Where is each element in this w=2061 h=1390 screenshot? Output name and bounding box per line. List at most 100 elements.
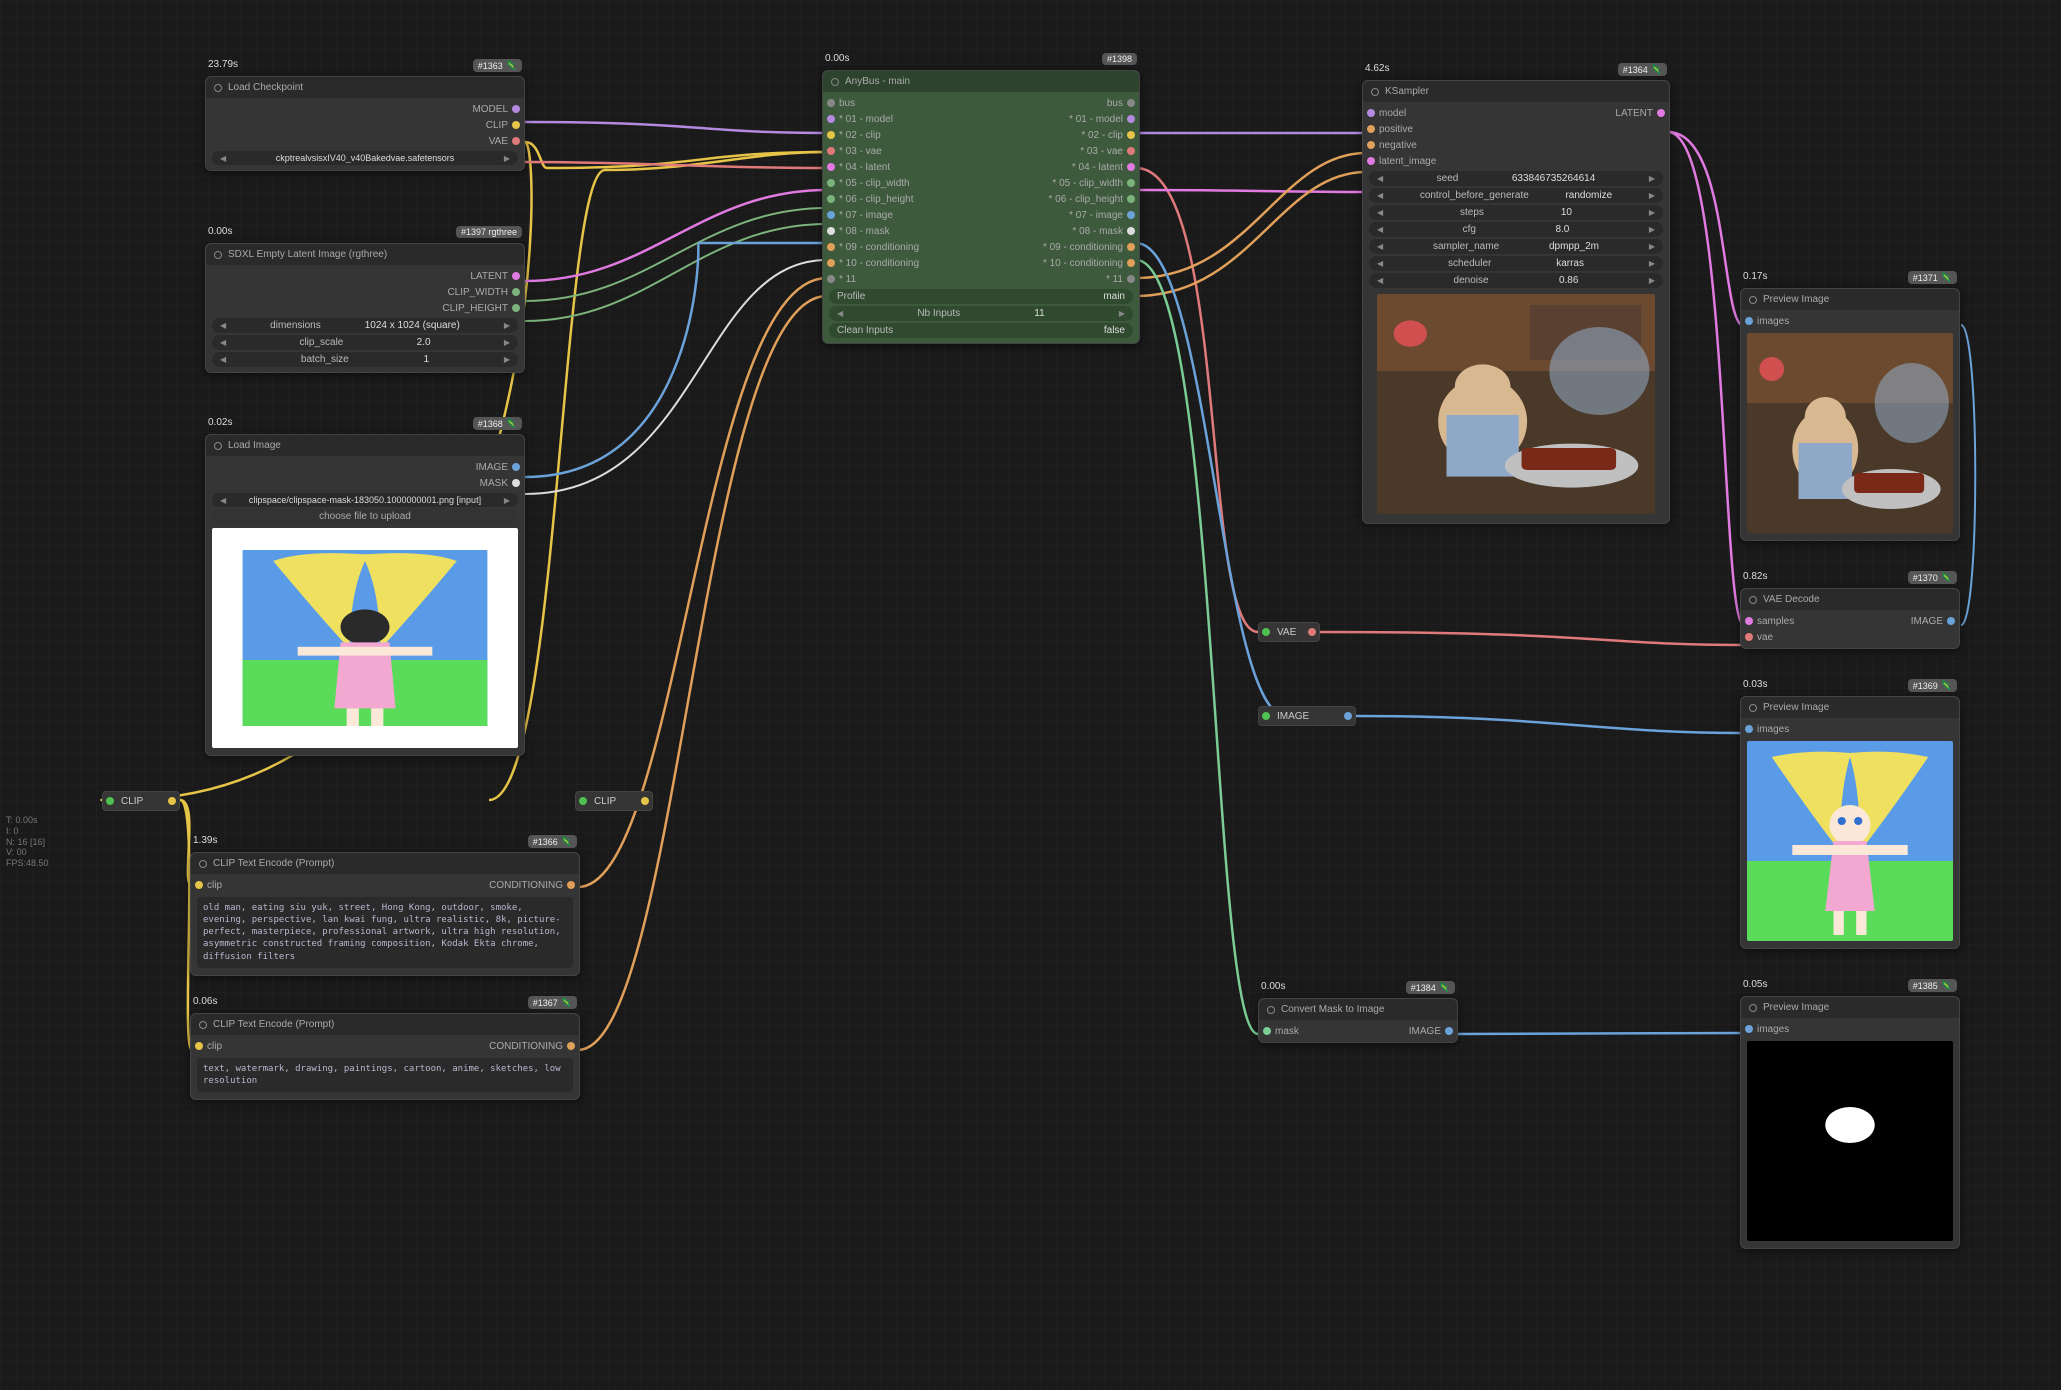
anybus-row: * 05 - clip_width* 05 - clip_width xyxy=(823,175,1139,191)
widget-denoise[interactable]: ◀denoise0.86▶ xyxy=(1369,273,1663,288)
collapse-icon[interactable] xyxy=(1267,1006,1275,1014)
collapse-icon[interactable] xyxy=(831,78,839,86)
collapse-icon[interactable] xyxy=(214,251,222,259)
collapse-icon[interactable] xyxy=(1749,1004,1757,1012)
widget-steps[interactable]: ◀steps10▶ xyxy=(1369,205,1663,220)
reroute-clip-left[interactable]: CLIP xyxy=(102,791,180,811)
reroute-clip-right[interactable]: CLIP xyxy=(575,791,653,811)
collapse-icon[interactable] xyxy=(199,1021,207,1029)
node-header[interactable]: KSampler xyxy=(1363,81,1669,102)
port-out: * 01 - model xyxy=(1069,114,1123,125)
node-header[interactable]: SDXL Empty Latent Image (rgthree) xyxy=(206,244,524,265)
node-header[interactable]: AnyBus - main xyxy=(823,71,1139,92)
port-clip: clip xyxy=(207,880,222,891)
reroute-vae[interactable]: VAE xyxy=(1258,622,1320,642)
widget-clip-scale[interactable]: ◀clip_scale2.0▶ xyxy=(212,335,518,350)
collapse-icon[interactable] xyxy=(199,860,207,868)
collapse-icon[interactable] xyxy=(1371,88,1379,96)
node-title: Load Image xyxy=(228,440,281,451)
port-in: * 02 - clip xyxy=(839,130,881,141)
widget-scheduler[interactable]: ◀schedulerkarras▶ xyxy=(1369,256,1663,271)
node-load-checkpoint[interactable]: 23.79s #1363 Load Checkpoint MODEL CLIP … xyxy=(205,76,525,171)
node-preview-image-2[interactable]: 0.03s #1369 Preview Image images xyxy=(1740,696,1960,949)
widget-seed[interactable]: ◀seed633846735264614▶ xyxy=(1369,171,1663,186)
port-samples: samples xyxy=(1757,616,1794,627)
widget-batch-size[interactable]: ◀batch_size1▶ xyxy=(212,352,518,367)
widget-dimensions[interactable]: ◀dimensions1024 x 1024 (square)▶ xyxy=(212,318,518,333)
node-title: Preview Image xyxy=(1763,702,1829,713)
anybus-row: busbus xyxy=(823,95,1139,111)
button-choose-file[interactable]: choose file to upload xyxy=(212,509,518,524)
port-vae: vae xyxy=(1757,632,1773,643)
stats-overlay: T: 0.00s I: 0 N: 16 [16] V: 00 FPS:48.50 xyxy=(6,815,49,869)
port-model: MODEL xyxy=(472,104,508,115)
port-latent-image: latent_image xyxy=(1379,156,1436,167)
widget-ckpt-name[interactable]: ◀ ckptrealvsisxIV40_v40Bakedvae.safetens… xyxy=(212,151,518,165)
widget-clean-inputs[interactable]: Clean Inputsfalse xyxy=(829,323,1133,338)
port-out: * 07 - image xyxy=(1069,210,1123,221)
node-title: KSampler xyxy=(1385,86,1429,97)
anybus-row: * 10 - conditioning * 10 - conditioning xyxy=(823,255,1139,271)
node-convert-mask-to-image[interactable]: 0.00s #1384 Convert Mask to Image mask I… xyxy=(1258,998,1458,1043)
port-conditioning: CONDITIONING xyxy=(489,1041,563,1052)
anybus-row: * 01 - model* 01 - model xyxy=(823,111,1139,127)
node-anybus[interactable]: 0.00s #1398 AnyBus - main busbus* 01 - m… xyxy=(822,70,1140,344)
port-out: * 10 - conditioning xyxy=(1043,258,1123,269)
node-header[interactable]: Preview Image xyxy=(1741,997,1959,1018)
node-vae-decode[interactable]: 0.82s #1370 VAE Decode samplesIMAGE vae xyxy=(1740,588,1960,649)
collapse-icon[interactable] xyxy=(1749,596,1757,604)
node-header[interactable]: Preview Image xyxy=(1741,697,1959,718)
node-clip-text-encode-positive[interactable]: 1.39s #1366 CLIP Text Encode (Prompt) cl… xyxy=(190,852,580,976)
collapse-icon[interactable] xyxy=(214,442,222,450)
node-header[interactable]: Load Checkpoint xyxy=(206,77,524,98)
collapse-icon[interactable] xyxy=(214,84,222,92)
port-model: model xyxy=(1379,108,1406,119)
port-in: * 09 - conditioning xyxy=(839,242,919,253)
port-out: * 05 - clip_width xyxy=(1052,178,1123,189)
widget-profile[interactable]: Profilemain xyxy=(829,289,1133,304)
node-header[interactable]: CLIP Text Encode (Prompt) xyxy=(191,1014,579,1035)
node-sdxl-empty-latent[interactable]: 0.00s #1397 rgthree SDXL Empty Latent Im… xyxy=(205,243,525,373)
port-images: images xyxy=(1757,316,1789,327)
widget-sampler_name[interactable]: ◀sampler_namedpmpp_2m▶ xyxy=(1369,239,1663,254)
port-in: * 10 - conditioning xyxy=(839,258,919,269)
node-header[interactable]: VAE Decode xyxy=(1741,589,1959,610)
node-ksampler[interactable]: 4.62s #1364 KSampler modelLATENT positiv… xyxy=(1362,80,1670,524)
port-clip: CLIP xyxy=(486,120,508,131)
preview-image xyxy=(1747,1041,1953,1241)
node-header[interactable]: Load Image xyxy=(206,435,524,456)
node-preview-image-3[interactable]: 0.05s #1385 Preview Image images xyxy=(1740,996,1960,1249)
port-in: bus xyxy=(839,98,855,109)
node-title: AnyBus - main xyxy=(845,76,910,87)
node-title: SDXL Empty Latent Image (rgthree) xyxy=(228,249,387,260)
widget-image-file[interactable]: ◀clipspace/clipspace-mask-183050.1000000… xyxy=(212,493,518,507)
widget-nb-inputs[interactable]: ◀Nb Inputs11▶ xyxy=(829,306,1133,321)
collapse-icon[interactable] xyxy=(1749,296,1757,304)
port-in: * 07 - image xyxy=(839,210,893,221)
node-header[interactable]: Convert Mask to Image xyxy=(1259,999,1457,1020)
node-clip-text-encode-negative[interactable]: 0.06s #1367 CLIP Text Encode (Prompt) cl… xyxy=(190,1013,580,1100)
ksampler-preview xyxy=(1377,294,1655,514)
port-out: * 03 - vae xyxy=(1080,146,1123,157)
anybus-row: * 11* 11 xyxy=(823,271,1139,287)
anybus-row: * 04 - latent* 04 - latent xyxy=(823,159,1139,175)
widget-cfg[interactable]: ◀cfg8.0▶ xyxy=(1369,222,1663,237)
port-mask: mask xyxy=(1275,1026,1299,1037)
node-preview-image-1[interactable]: 0.17s #1371 Preview Image images xyxy=(1740,288,1960,541)
node-header[interactable]: Preview Image xyxy=(1741,289,1959,310)
prompt-textbox[interactable]: old man, eating siu yuk, street, Hong Ko… xyxy=(197,897,573,968)
widget-control_before_generate[interactable]: ◀control_before_generaterandomize▶ xyxy=(1369,188,1663,203)
anybus-row: * 02 - clip * 02 - clip xyxy=(823,127,1139,143)
port-in: * 03 - vae xyxy=(839,146,882,157)
prompt-textbox[interactable]: text, watermark, drawing, paintings, car… xyxy=(197,1058,573,1092)
node-load-image[interactable]: 0.02s #1368 Load Image IMAGE MASK ◀clips… xyxy=(205,434,525,756)
anybus-row: * 07 - image * 07 - image xyxy=(823,207,1139,223)
port-out: * 02 - clip xyxy=(1081,130,1123,141)
port-negative: negative xyxy=(1379,140,1417,151)
collapse-icon[interactable] xyxy=(1749,704,1757,712)
node-title: Preview Image xyxy=(1763,1002,1829,1013)
node-title: VAE Decode xyxy=(1763,594,1820,605)
node-header[interactable]: CLIP Text Encode (Prompt) xyxy=(191,853,579,874)
reroute-image[interactable]: IMAGE xyxy=(1258,706,1356,726)
port-images: images xyxy=(1757,724,1789,735)
